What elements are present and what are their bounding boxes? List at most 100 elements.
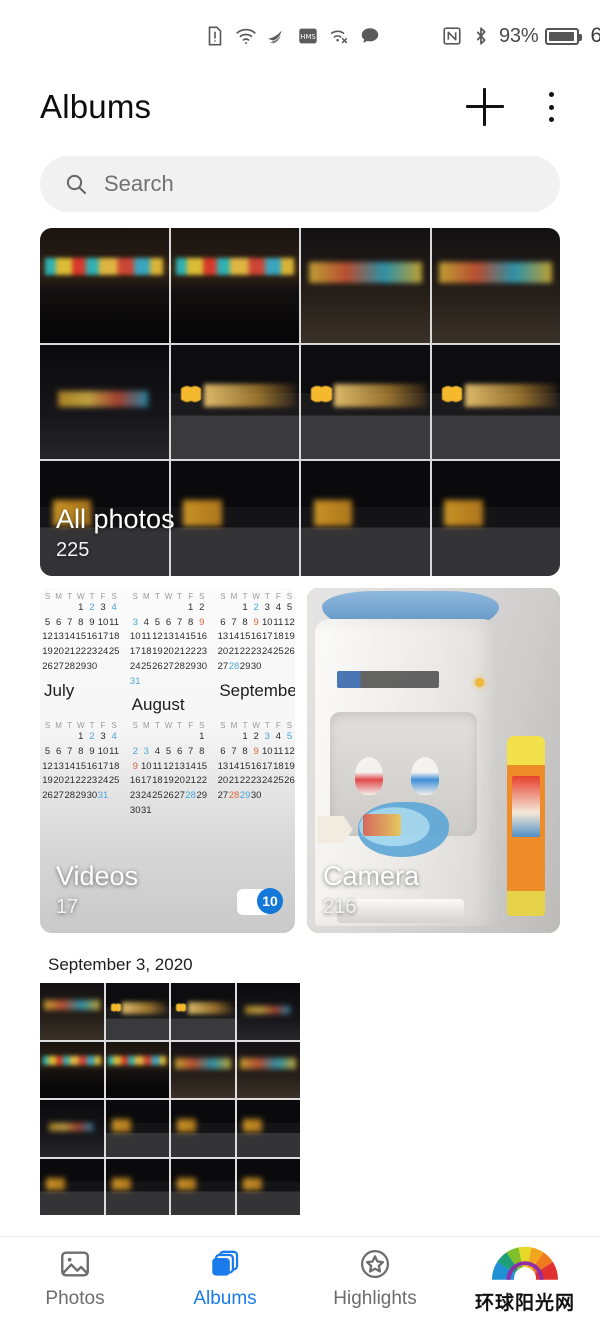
search-placeholder: Search [104, 171, 174, 197]
status-left-icons: HMS [204, 25, 381, 47]
watermark-logo: 环球阳光网 [450, 1242, 600, 1315]
thumbnail[interactable] [171, 1100, 235, 1157]
battery-percent: 93% [499, 25, 538, 48]
calendar-month: S M T W T F S 1 2 3 4 5 6 7 8 9 10 11 12 13 14 15 16 17 18 19 20 21… [42, 592, 120, 717]
date-section: September 3, 2020 [40, 945, 300, 1215]
wifi-icon [235, 25, 257, 47]
thumbnail[interactable] [237, 1159, 301, 1216]
album-card-camera[interactable]: Camera 216 [307, 588, 560, 933]
clock-time: 6:02 [590, 24, 600, 48]
albums-grid: All photos 225 S M T W T F S 1 2 3 4 5 6 7 8 9 10 11 12 13 1… [0, 212, 600, 933]
thumbnail [171, 228, 300, 343]
thumbnail[interactable] [171, 1042, 235, 1099]
thumbnail[interactable] [106, 983, 170, 1040]
thumbnail[interactable] [40, 983, 104, 1040]
sim-warning-icon [204, 25, 226, 47]
dot [549, 117, 554, 122]
watermark-text: 环球阳光网 [475, 1288, 575, 1315]
dot [549, 92, 554, 97]
overflow-menu-button[interactable] [538, 90, 564, 124]
calendar-row-2: S M T W T F S 1 2 3 4 5 6 7 8 9 10 11 12 13 14 15 16 17 18 19 20 21… [40, 717, 295, 818]
status-bar: HMS 93% 6 [0, 0, 600, 72]
thumbnail[interactable] [237, 983, 301, 1040]
album-name: Camera [323, 861, 419, 891]
album-label: Camera 216 [323, 861, 419, 919]
gallery-app-screen: HMS 93% 6 Albums Search All photos 225 S… [0, 0, 600, 1320]
nav-tab-photos[interactable]: Photos [0, 1247, 150, 1310]
bottom-navigation: Photos Albums Highlights 环球阳光网 [0, 1236, 600, 1320]
thumbnail [301, 345, 430, 460]
thumbnail[interactable] [106, 1159, 170, 1216]
album-label: Videos 17 [56, 861, 138, 919]
location-off-icon [328, 25, 350, 47]
album-count: 216 [323, 896, 419, 919]
thumbnail [171, 345, 300, 460]
album-name: All photos [56, 504, 175, 534]
thumbnail [301, 228, 430, 343]
calendar-days: 1 2 3 4 5 6 7 8 9 10 11 12 13 14 15 16 17 18 19 20 21 22 23 24 2… [130, 730, 208, 818]
thumbnail[interactable] [40, 1159, 104, 1216]
calendar-month: S M T W T F S 1 2 3 4 5 6 7 8 9 10 11 12 13 14 15 16 17 18 19 20 21… [130, 721, 208, 818]
thumbnail[interactable] [171, 983, 235, 1040]
album-card-videos[interactable]: S M T W T F S 1 2 3 4 5 6 7 8 9 10 11 12 13 14 15 16 17 18 19 20 21… [40, 588, 295, 933]
data-transfer-icon [266, 25, 288, 47]
message-bubble-icon [359, 25, 381, 47]
calendar-weekday-row: SMTWTFS [130, 592, 208, 601]
album-count: 225 [56, 539, 175, 562]
thumbnail[interactable] [171, 1159, 235, 1216]
calendar-month-name: July [44, 681, 120, 701]
header-actions [466, 88, 564, 126]
indicator-led [475, 678, 484, 687]
calendar-days: 1 2 3 4 5 6 7 8 9 10 11 12 13 14 15 16 17 18 19 20 21 22 23 24 2… [217, 601, 295, 675]
thumbnail[interactable] [40, 1042, 104, 1099]
bluetooth-icon [470, 25, 492, 47]
thumbnail[interactable] [237, 1042, 301, 1099]
battery-icon [545, 28, 579, 45]
album-label: All photos 225 [56, 504, 175, 562]
hms-icon: HMS [297, 25, 319, 47]
calendar-days: 1 2 3 4 5 6 7 8 9 10 11 12 13 14 15 16 17 18 19 20 21 22 23 24 2… [42, 601, 120, 675]
page-title: Albums [40, 88, 151, 126]
thumbnail [40, 228, 169, 343]
thumbnail [432, 228, 561, 343]
date-header: September 3, 2020 [40, 945, 300, 983]
video-badge-count: 10 [257, 888, 283, 914]
thumbnail[interactable] [106, 1042, 170, 1099]
nfc-icon [441, 25, 463, 47]
thumbnail[interactable] [237, 1100, 301, 1157]
calendar-month: S M T W T F S 1 2 3 4 5 6 7 8 9 10 11 12 13 14 15 16 17 18 19 20 21… [42, 721, 120, 818]
thumbnail [171, 461, 300, 576]
calendar-month: S M T W T F S 1 2 3 4 5 6 7 8 9 10 11 12 13 14 15 16 17 18 19 20 21… [217, 592, 295, 717]
calendar-month-name: August [132, 695, 208, 715]
search-input[interactable]: Search [40, 156, 560, 212]
add-album-button[interactable] [466, 88, 504, 126]
thumbnail [301, 461, 430, 576]
nav-tab-highlights[interactable]: Highlights [300, 1247, 450, 1310]
detergent-bottle [507, 736, 545, 915]
thumbnail[interactable] [106, 1100, 170, 1157]
albums-row-2: S M T W T F S 1 2 3 4 5 6 7 8 9 10 11 12 13 14 15 16 17 18 19 20 21… [40, 588, 560, 933]
star-circle-icon [356, 1247, 394, 1281]
cold-tap [411, 757, 439, 795]
brand-label [337, 671, 438, 688]
photo-icon [56, 1247, 94, 1281]
thumbnail[interactable] [40, 1100, 104, 1157]
date-photo-grid [40, 983, 300, 1215]
thumbnail [40, 345, 169, 460]
app-header: Albums [0, 72, 600, 142]
nav-tab-albums[interactable]: Albums [150, 1247, 300, 1310]
hot-tap [355, 757, 383, 795]
calendar-weekday-row: SMTWTFS [42, 592, 120, 601]
status-right-icons: 93% 6:02 [441, 24, 600, 48]
album-count: 17 [56, 896, 138, 919]
search-section: Search [0, 142, 600, 212]
calendar-days: 1 2 3 4 5 6 7 8 9 10 11 12 13 14 15 16 17 18 19 20 21 22 23 24 2… [217, 730, 295, 804]
calendar-days: 1 2 3 4 5 6 7 8 9 10 11 12 13 14 15 16 17 18 19 20 21 22 23 24 2… [130, 601, 208, 689]
album-card-all-photos[interactable]: All photos 225 [40, 228, 560, 576]
thumbnail [432, 345, 561, 460]
nav-label: Photos [45, 1288, 104, 1310]
albums-stack-icon [206, 1247, 244, 1281]
calendar-days: 1 2 3 4 5 6 7 8 9 10 11 12 13 14 15 16 17 18 19 20 21 22 23 24 2… [42, 730, 120, 804]
rainbow-fan-logo [484, 1242, 566, 1286]
calendar-month: S M T W T F S 1 2 3 4 5 6 7 8 9 10 11 12 13 14 15 16 17 18 19 20 21… [130, 592, 208, 717]
